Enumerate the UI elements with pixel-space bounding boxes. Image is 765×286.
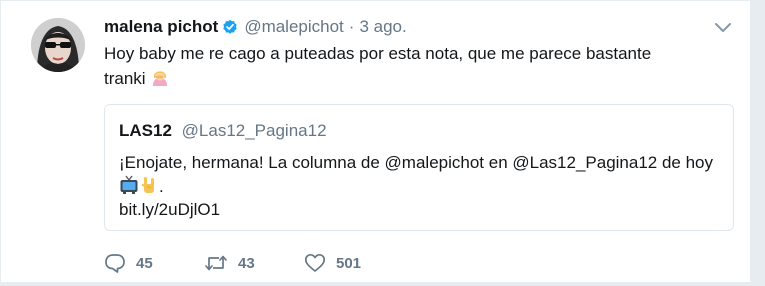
person-facepalming-emoji (150, 67, 170, 94)
quoted-tweet-link[interactable]: bit.ly/2uDjlO1 (119, 200, 220, 220)
quoted-author-name[interactable]: LAS12 (119, 121, 172, 140)
quoted-text-line-2: . (119, 175, 719, 202)
avatar[interactable] (31, 18, 85, 72)
heart-icon (304, 253, 326, 273)
tweet-text: Hoy baby me re cago a puteadas por esta … (104, 41, 704, 94)
rock-on-hand-emoji (139, 175, 159, 202)
quoted-text-end: . (159, 177, 164, 196)
author-fullname[interactable]: malena pichot (104, 17, 218, 37)
reply-icon (104, 253, 126, 273)
quoted-emojis (119, 175, 159, 202)
tweet-timestamp[interactable]: 3 ago. (359, 17, 406, 37)
quoted-author-handle[interactable]: @Las12_Pagina12 (182, 121, 327, 140)
separator-dot: · (348, 17, 355, 36)
like-count: 501 (336, 254, 362, 272)
tweet-actions: 45 43 501 (104, 251, 361, 275)
quoted-tweet-card[interactable]: LAS12 @Las12_Pagina12 ¡Enojate, hermana!… (104, 104, 734, 231)
tweet-text-line-2-text: tranki (104, 69, 146, 88)
tweet-header: malena pichot @malepichot · 3 ago. (104, 16, 407, 38)
tweet-text-line-2: tranki (104, 66, 704, 94)
reply-button[interactable]: 45 (104, 253, 204, 273)
retweet-count: 43 (238, 254, 255, 272)
like-button[interactable]: 501 (304, 253, 361, 273)
tweet-card[interactable]: malena pichot @malepichot · 3 ago. Hoy b… (0, 0, 751, 283)
television-emoji (119, 175, 139, 202)
reply-count: 45 (136, 254, 153, 272)
quoted-text-line-1: ¡Enojate, hermana! La columna de @malepi… (119, 153, 714, 172)
quoted-tweet-header: LAS12 @Las12_Pagina12 (119, 121, 327, 141)
retweet-button[interactable]: 43 (204, 253, 304, 273)
retweet-icon (204, 253, 228, 273)
chevron-down-icon[interactable] (714, 21, 732, 35)
tweet-text-line-1: Hoy baby me re cago a puteadas por esta … (104, 44, 652, 63)
verified-badge-icon (222, 19, 238, 35)
author-handle[interactable]: @malepichot (244, 17, 343, 37)
quoted-tweet-text: ¡Enojate, hermana! La columna de @malepi… (119, 151, 719, 202)
